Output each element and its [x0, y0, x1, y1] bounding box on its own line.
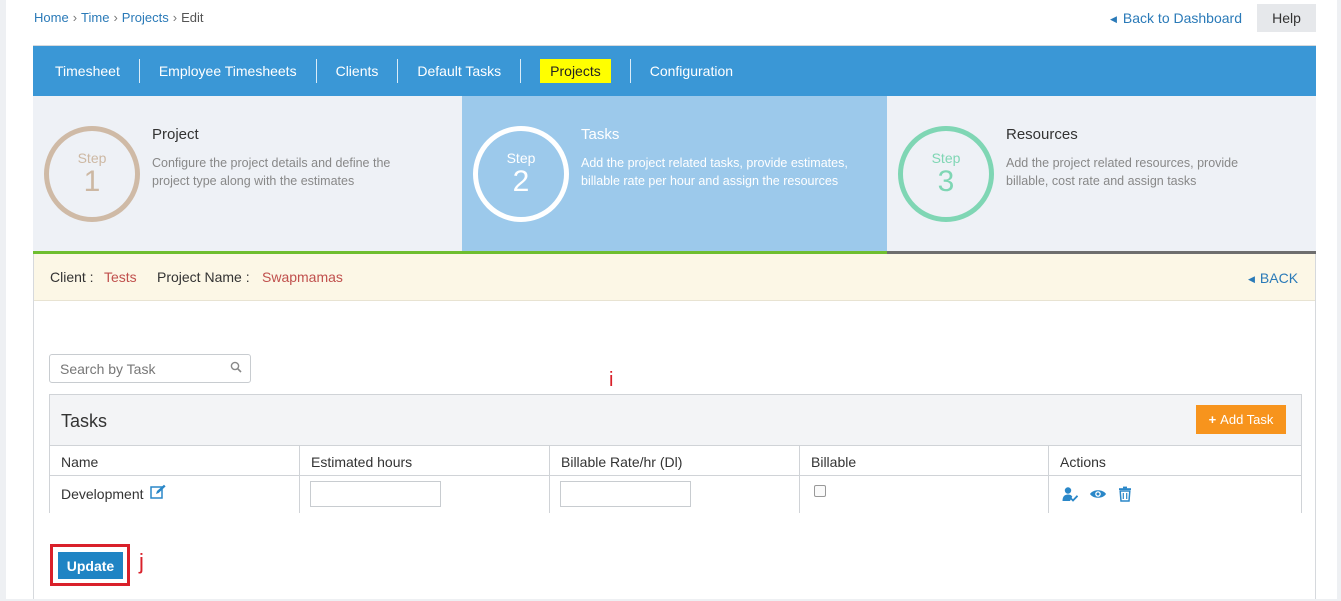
billable-checkbox[interactable]	[814, 485, 826, 497]
step-title: Project	[152, 126, 199, 143]
nav-item-label: Employee Timesheets	[158, 63, 297, 79]
nav-item-employee-timesheets[interactable]: Employee Timesheets	[147, 46, 309, 96]
tasks-header: Tasks + Add Task	[50, 395, 1301, 446]
nav-item-label: Default Tasks	[417, 63, 502, 79]
actions-cell	[1049, 476, 1301, 513]
back-to-dashboard-link[interactable]: ◀ Back to Dashboard	[1110, 10, 1242, 26]
assign-user-icon[interactable]	[1062, 486, 1078, 502]
column-header-billable: Billable	[800, 446, 1049, 476]
step-circle: Step 3	[898, 126, 994, 222]
step-project[interactable]: Step 1 Project Configure the project det…	[33, 96, 462, 254]
breadcrumb-home[interactable]: Home	[34, 10, 69, 25]
left-edge	[0, 0, 6, 601]
column-header-estimated-hours: Estimated hours	[300, 446, 550, 476]
task-name-cell: Development	[50, 476, 300, 513]
billable-rate-cell	[550, 476, 800, 513]
main-nav: Timesheet Employee Timesheets Clients De…	[33, 46, 1316, 96]
step-label: Step	[931, 150, 961, 166]
nav-item-label: Configuration	[649, 63, 734, 79]
step-circle: Step 2	[473, 126, 569, 222]
step-circle: Step 1	[44, 126, 140, 222]
eye-icon[interactable]	[1089, 486, 1107, 502]
nav-item-configuration[interactable]: Configuration	[638, 46, 745, 96]
step-description: Configure the project details and define…	[152, 156, 391, 188]
update-button[interactable]: Update	[58, 552, 123, 579]
back-to-dashboard-label: Back to Dashboard	[1122, 10, 1242, 26]
tasks-title: Tasks	[61, 411, 108, 431]
project-name-label: Project Name :	[157, 269, 250, 285]
column-header-name: Name	[50, 446, 300, 476]
step-tasks[interactable]: Step 2 Tasks Add the project related tas…	[462, 96, 887, 254]
nav-item-timesheet[interactable]: Timesheet	[43, 46, 132, 96]
back-link[interactable]: ◀ BACK	[1248, 270, 1298, 286]
breadcrumb-separator: ›	[72, 10, 78, 25]
task-search[interactable]	[49, 354, 251, 383]
nav-item-label: Timesheet	[55, 63, 120, 79]
nav-item-label: Projects	[540, 59, 611, 83]
annotation-j: j	[139, 549, 144, 574]
wizard-steps: Step 1 Project Configure the project det…	[33, 96, 1316, 254]
breadcrumb-separator: ›	[172, 10, 178, 25]
step-number: 3	[937, 165, 955, 198]
breadcrumb-projects[interactable]: Projects	[122, 10, 169, 25]
step-title: Resources	[1006, 126, 1078, 143]
nav-item-projects[interactable]: Projects	[528, 46, 623, 96]
step-description: Add the project related resources, provi…	[1006, 156, 1239, 188]
nav-item-default-tasks[interactable]: Default Tasks	[405, 46, 513, 96]
nav-divider	[315, 59, 317, 83]
search-input[interactable]	[50, 355, 220, 382]
nav-divider	[520, 59, 522, 83]
tasks-table: Tasks + Add Task Name Estimated hours Bil…	[49, 394, 1302, 513]
update-highlight: Update	[50, 544, 130, 586]
billable-cell	[800, 476, 1049, 513]
estimated-hours-cell	[300, 476, 550, 513]
step-number: 2	[512, 165, 530, 198]
breadcrumb-separator: ›	[113, 10, 118, 25]
back-label: BACK	[1259, 270, 1299, 286]
step-description: Add the project related tasks, provide e…	[581, 156, 848, 188]
task-name: Development	[61, 486, 144, 502]
step-number: 1	[83, 165, 101, 198]
billable-rate-input[interactable]	[560, 481, 691, 507]
step-label: Step	[77, 150, 107, 166]
nav-item-clients[interactable]: Clients	[324, 46, 391, 96]
step-resources[interactable]: Step 3 Resources Add the project related…	[887, 96, 1316, 254]
plus-icon: +	[1208, 412, 1217, 427]
project-info-bar: Client : Tests Project Name : Swapmamas …	[34, 254, 1315, 301]
search-icon[interactable]	[230, 361, 242, 373]
add-task-button[interactable]: + Add Task	[1196, 405, 1286, 434]
caret-left-icon: ◀	[1110, 14, 1117, 24]
add-task-label: Add Task	[1220, 412, 1274, 427]
step-label: Step	[506, 150, 536, 166]
caret-left-icon: ◀	[1248, 274, 1255, 284]
estimated-hours-input[interactable]	[310, 481, 441, 507]
trash-icon[interactable]	[1117, 486, 1133, 502]
breadcrumb: Home › Time › Projects › Edit	[34, 10, 204, 25]
nav-item-label: Clients	[335, 63, 379, 79]
breadcrumb-time[interactable]: Time	[81, 10, 109, 25]
column-header-billable-rate: Billable Rate/hr (Dl)	[550, 446, 800, 476]
nav-divider	[138, 59, 140, 83]
breadcrumb-current: Edit	[181, 10, 204, 25]
nav-divider	[629, 59, 631, 83]
client-value: Tests	[104, 269, 137, 285]
nav-divider	[397, 59, 399, 83]
project-name-value: Swapmamas	[262, 269, 343, 285]
right-edge	[1337, 0, 1341, 601]
help-button[interactable]: Help	[1257, 4, 1316, 32]
column-header-actions: Actions	[1049, 446, 1301, 476]
edit-icon[interactable]	[150, 484, 166, 500]
client-label: Client :	[50, 269, 94, 285]
step-title: Tasks	[581, 126, 620, 143]
annotation-i: i	[609, 369, 614, 391]
